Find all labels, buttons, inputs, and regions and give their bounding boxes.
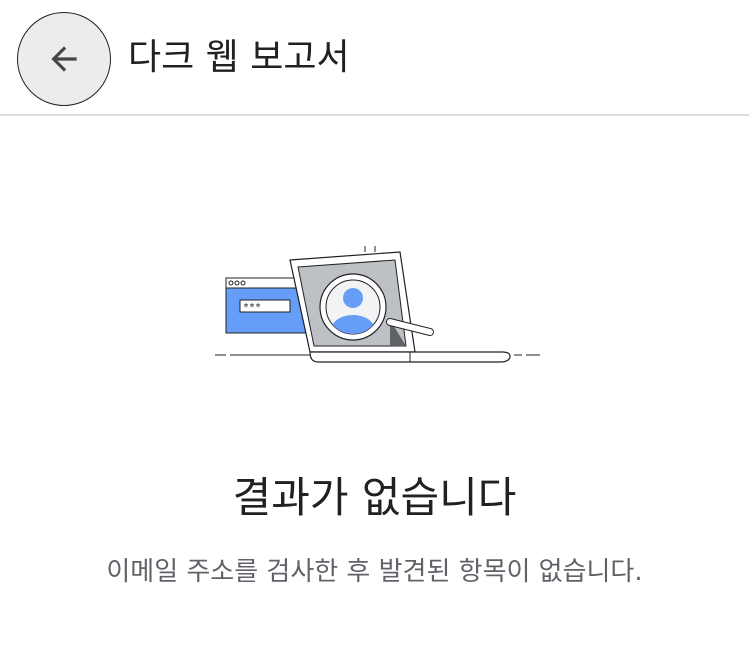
laptop-magnifier-illustration: *** <box>215 246 540 363</box>
page-title: 다크 웹 보고서 <box>128 37 350 78</box>
empty-state-description: 이메일 주소를 검사한 후 발견된 항목이 없습니다. <box>106 557 643 587</box>
top-app-bar: 다크 웹 보고서 <box>0 0 749 116</box>
back-button[interactable] <box>17 12 111 106</box>
password-mask: *** <box>243 302 261 313</box>
empty-state-title: 결과가 없습니다 <box>232 473 517 522</box>
arrow-back-icon <box>51 46 77 72</box>
